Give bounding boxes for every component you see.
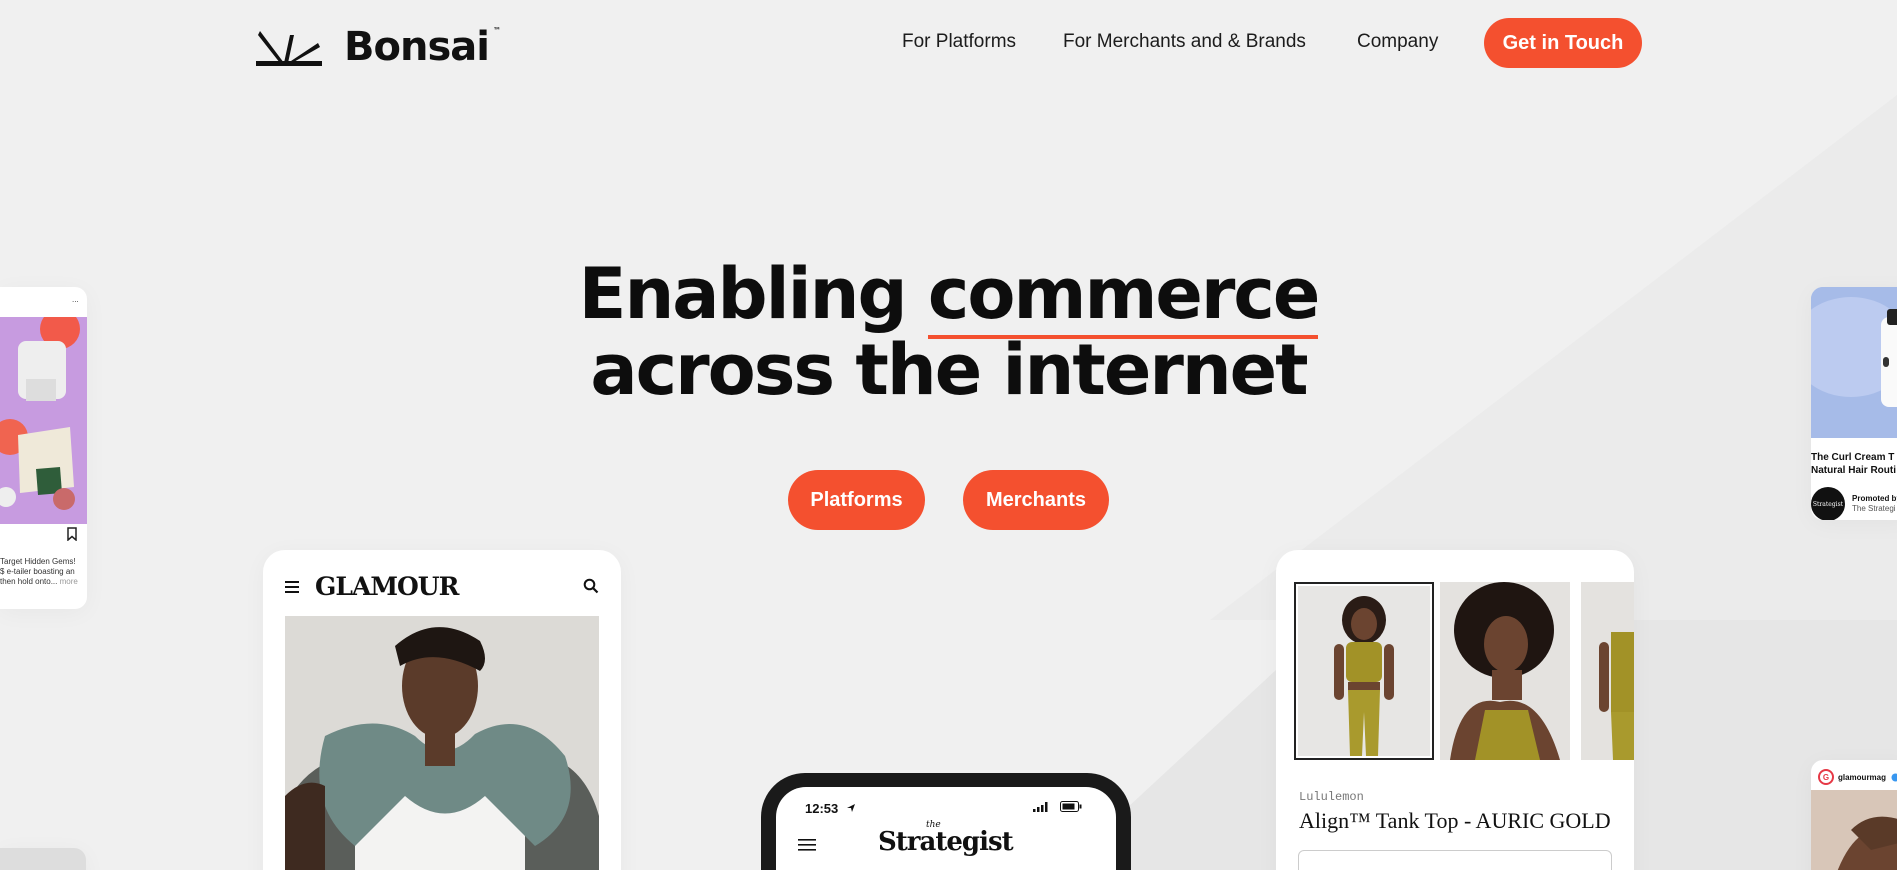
merchants-button[interactable]: Merchants xyxy=(963,470,1109,530)
social-post-card-left-lower xyxy=(0,848,86,870)
strategist-logo: Strategist xyxy=(878,827,1014,857)
hero-headline-underlined-word: commerce xyxy=(927,253,1320,339)
search-icon[interactable] xyxy=(583,578,599,594)
hero-headline-word-enabling: Enabling xyxy=(578,253,928,335)
product-thumbnail[interactable] xyxy=(1294,582,1434,760)
article-title-line-1[interactable]: The Curl Cream T xyxy=(1811,452,1894,464)
hamburger-menu-icon[interactable] xyxy=(798,839,816,851)
hero-headline: Enabling commerce across the internet xyxy=(0,253,1897,411)
glamour-avatar-icon: G xyxy=(1818,769,1834,785)
site-header: Bonsai ™ For Platforms For Merchants and … xyxy=(0,0,1897,88)
post-image xyxy=(0,317,87,524)
signal-icon xyxy=(1033,802,1048,812)
article-image xyxy=(1811,287,1897,438)
social-post-card-right-lower: G glamourmag xyxy=(1811,760,1897,870)
post-caption-line-3: then hold onto... more xyxy=(0,577,78,586)
glamour-logo: GLAMOUR xyxy=(315,572,459,601)
product-card: Lululemon Align™ Tank Top - AURIC GOLD xyxy=(1276,550,1634,870)
location-arrow-icon xyxy=(847,804,855,812)
glamour-article-card: GLAMOUR xyxy=(263,550,621,870)
post-caption-line-1: Target Hidden Gems! xyxy=(0,557,76,566)
promoted-article-card-right: The Curl Cream T Natural Hair Routi Stra… xyxy=(1811,287,1897,520)
phone-screen: 12:53 the Strategist xyxy=(776,787,1116,870)
battery-icon xyxy=(1060,801,1082,812)
hamburger-menu-icon[interactable] xyxy=(285,580,301,594)
logo-wordmark: Bonsai ™ xyxy=(344,24,501,70)
bookmark-icon[interactable] xyxy=(66,527,78,541)
nav-for-platforms[interactable]: For Platforms xyxy=(902,31,1016,53)
account-handle[interactable]: glamourmag xyxy=(1838,773,1886,783)
product-thumbnail[interactable] xyxy=(1440,582,1570,760)
product-brand: Lululemon xyxy=(1299,790,1364,804)
hero-section: Enabling commerce across the internet xyxy=(0,253,1897,411)
nav-company[interactable]: Company xyxy=(1357,31,1438,53)
get-in-touch-button[interactable]: Get in Touch xyxy=(1484,18,1642,68)
hero-headline-line-2: across the internet xyxy=(590,329,1308,411)
promoted-label: Promoted by xyxy=(1852,494,1897,503)
product-title[interactable]: Align™ Tank Top - AURIC GOLD xyxy=(1299,808,1611,834)
post-caption-line-2: $ e-tailer boasting an xyxy=(0,567,75,576)
platforms-button[interactable]: Platforms xyxy=(788,470,925,530)
social-post-card-left: ... Target Hidden Gems! $ e-tailer boast… xyxy=(0,287,87,609)
publisher-avatar: Strategist xyxy=(1811,487,1845,520)
product-thumbnail[interactable] xyxy=(1581,582,1634,760)
trademark-symbol: ™ xyxy=(492,26,501,35)
more-options-icon[interactable]: ... xyxy=(72,295,79,305)
bonsai-logo[interactable]: Bonsai ™ xyxy=(254,24,501,70)
verified-badge-icon xyxy=(1891,773,1897,782)
product-option-box[interactable] xyxy=(1298,850,1612,870)
post-image xyxy=(1811,790,1897,870)
nav-for-merchants-and-brands[interactable]: For Merchants and & Brands xyxy=(1063,31,1306,53)
fashion-model-photo xyxy=(285,616,599,870)
phone-mockup: 12:53 the Strategist xyxy=(761,773,1131,870)
article-title-line-2[interactable]: Natural Hair Routi xyxy=(1811,465,1896,477)
promoter-name: The Strategi xyxy=(1852,504,1896,513)
more-link[interactable]: more xyxy=(60,577,78,586)
status-bar-time: 12:53 xyxy=(805,801,839,816)
bonsai-logo-icon xyxy=(256,31,322,66)
